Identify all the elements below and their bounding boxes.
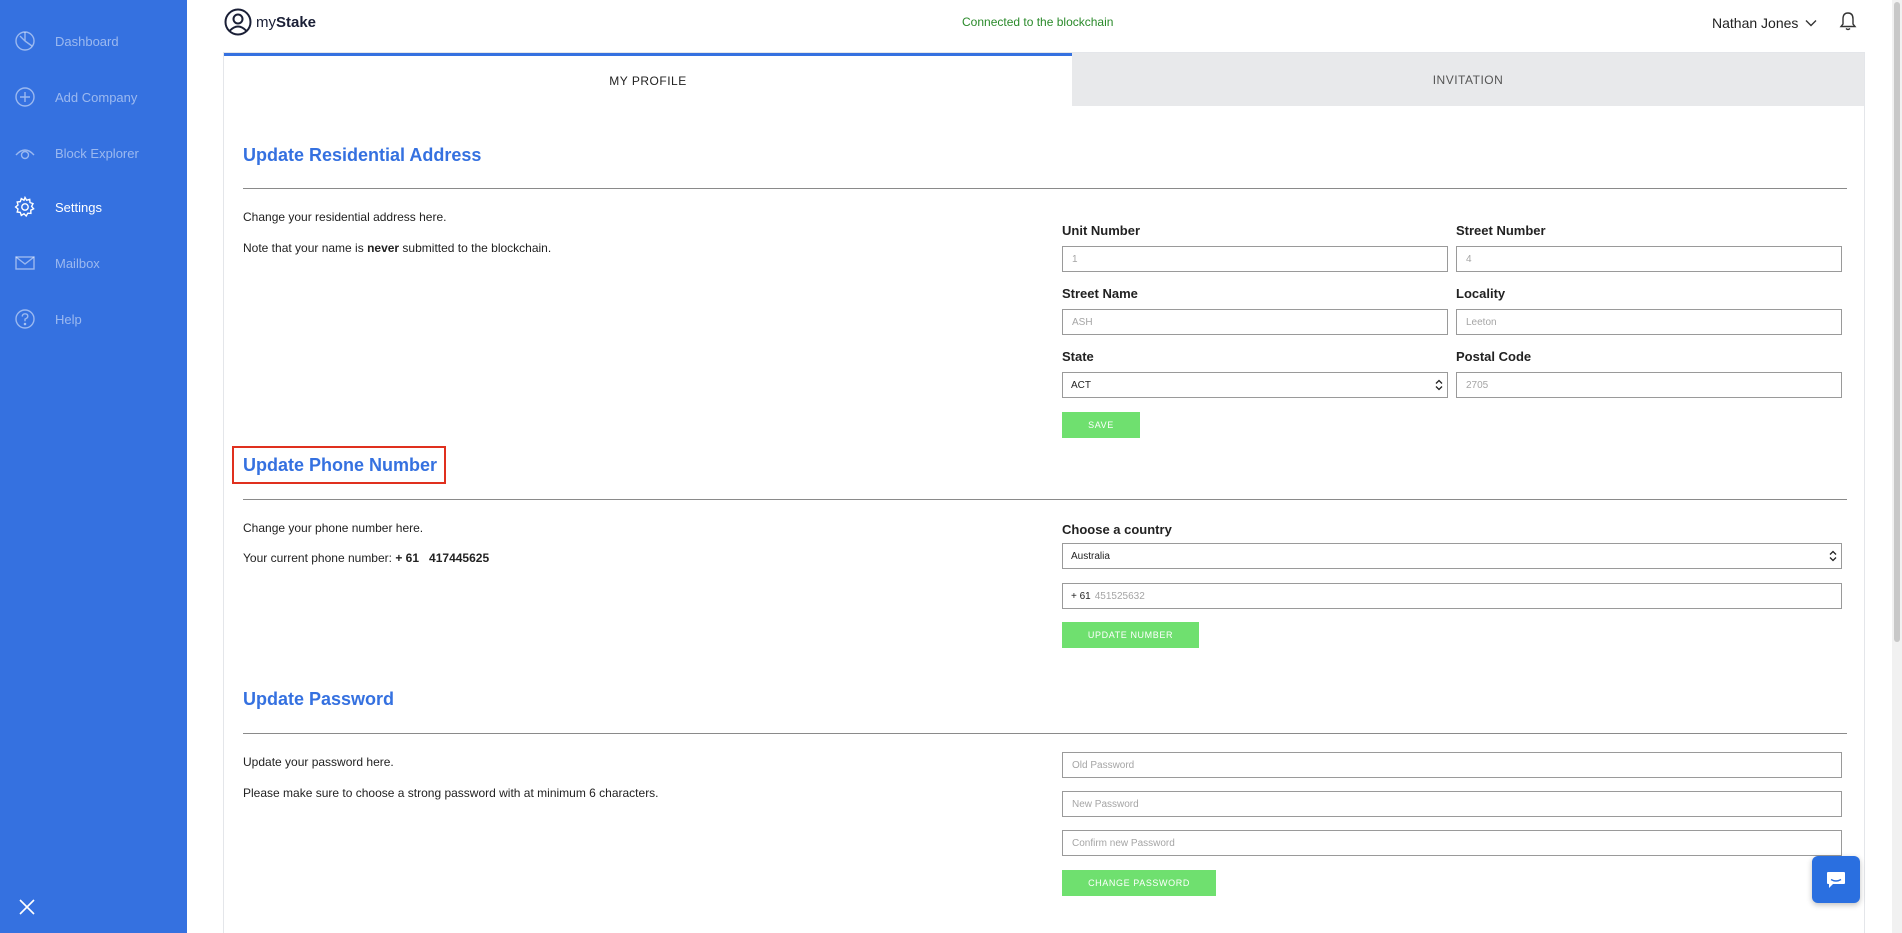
state-select-value: ACT (1071, 379, 1091, 391)
password-section-title: Update Password (243, 689, 395, 709)
logo-icon (224, 8, 252, 36)
connection-status: Connected to the blockchain (962, 15, 1114, 29)
sidebar-item-label: Block Explorer (55, 145, 139, 161)
logo-text: myStake (256, 13, 317, 31)
street-number-label: Street Number (1456, 223, 1546, 238)
select-arrows-icon (1435, 379, 1443, 391)
logo[interactable]: myStake (224, 8, 316, 36)
sidebar-item-mailbox[interactable]: Mailbox (0, 243, 187, 283)
password-description: Update your password here. (243, 755, 394, 769)
unit-number-input[interactable] (1062, 246, 1448, 272)
postal-code-input[interactable] (1456, 372, 1842, 398)
profile-card: MY PROFILE INVITATION Update Residential… (223, 52, 1865, 933)
change-password-button[interactable]: CHANGE PASSWORD (1062, 870, 1216, 896)
save-address-button[interactable]: SAVE (1062, 412, 1140, 438)
sidebar-item-label: Help (55, 311, 82, 327)
chevron-down-icon (1805, 20, 1817, 27)
scrollbar-thumb[interactable] (1894, 2, 1900, 642)
eye-icon (14, 142, 36, 164)
tab-invitation[interactable]: INVITATION (1072, 53, 1864, 106)
sidebar-item-label: Mailbox (55, 255, 100, 271)
locality-input[interactable] (1456, 309, 1842, 335)
help-icon (14, 308, 36, 330)
sidebar-item-label: Dashboard (55, 33, 119, 49)
country-label: Choose a country (1062, 522, 1172, 537)
sidebar-item-add-company[interactable]: Add Company (0, 77, 187, 117)
phone-prefix: + 61 (1071, 590, 1091, 602)
dashboard-icon (14, 30, 36, 52)
sidebar: Dashboard Add Company Block Explorer Set… (0, 0, 187, 933)
divider (243, 499, 1847, 500)
state-select[interactable]: ACT (1062, 372, 1448, 398)
sidebar-item-label: Settings (55, 199, 102, 215)
unit-number-label: Unit Number (1062, 223, 1140, 238)
update-number-button[interactable]: UPDATE NUMBER (1062, 622, 1199, 648)
bell-icon[interactable] (1839, 11, 1857, 31)
chat-icon (1827, 871, 1845, 888)
chat-button[interactable] (1812, 856, 1860, 903)
country-select-value: Australia (1071, 550, 1110, 562)
mail-icon (14, 252, 36, 274)
phone-section-title: Update Phone Number (243, 455, 438, 475)
tab-my-profile[interactable]: MY PROFILE (224, 53, 1072, 106)
address-description: Change your residential address here. (243, 210, 447, 224)
locality-label: Locality (1456, 286, 1506, 301)
plus-circle-icon (14, 86, 36, 108)
select-arrows-icon (1829, 550, 1837, 562)
divider (243, 188, 1847, 189)
address-section-title: Update Residential Address (243, 145, 482, 165)
confirm-password-input[interactable] (1062, 830, 1842, 856)
user-menu[interactable]: Nathan Jones (1712, 15, 1817, 31)
old-password-input[interactable] (1062, 752, 1842, 778)
user-name: Nathan Jones (1712, 15, 1799, 31)
phone-number-field[interactable]: + 61 (1062, 583, 1842, 609)
postal-code-label: Postal Code (1456, 349, 1532, 364)
phone-description: Change your phone number here. (243, 521, 424, 535)
top-header: myStake Connected to the blockchain Nath… (187, 0, 1902, 46)
sidebar-item-settings[interactable]: Settings (0, 187, 187, 227)
address-note: Note that your name is never submitted t… (243, 241, 552, 255)
street-name-label: Street Name (1062, 286, 1138, 301)
street-number-input[interactable] (1456, 246, 1842, 272)
street-name-input[interactable] (1062, 309, 1448, 335)
sidebar-item-label: Add Company (55, 89, 138, 105)
gear-icon (14, 196, 36, 218)
country-select[interactable]: Australia (1062, 543, 1842, 569)
tab-bar: MY PROFILE INVITATION (224, 53, 1864, 106)
sidebar-item-help[interactable]: Help (0, 299, 187, 339)
new-password-input[interactable] (1062, 791, 1842, 817)
current-phone-number: Your current phone number: + 61 41744562… (243, 551, 490, 565)
phone-number-input[interactable] (1094, 590, 1795, 602)
state-label: State (1062, 349, 1094, 364)
sidebar-item-dashboard[interactable]: Dashboard (0, 21, 187, 61)
divider (243, 733, 1847, 734)
scrollbar[interactable] (1892, 0, 1902, 933)
password-requirements: Please make sure to choose a strong pass… (243, 786, 659, 800)
sidebar-item-block-explorer[interactable]: Block Explorer (0, 133, 187, 173)
close-icon[interactable] (17, 897, 37, 917)
